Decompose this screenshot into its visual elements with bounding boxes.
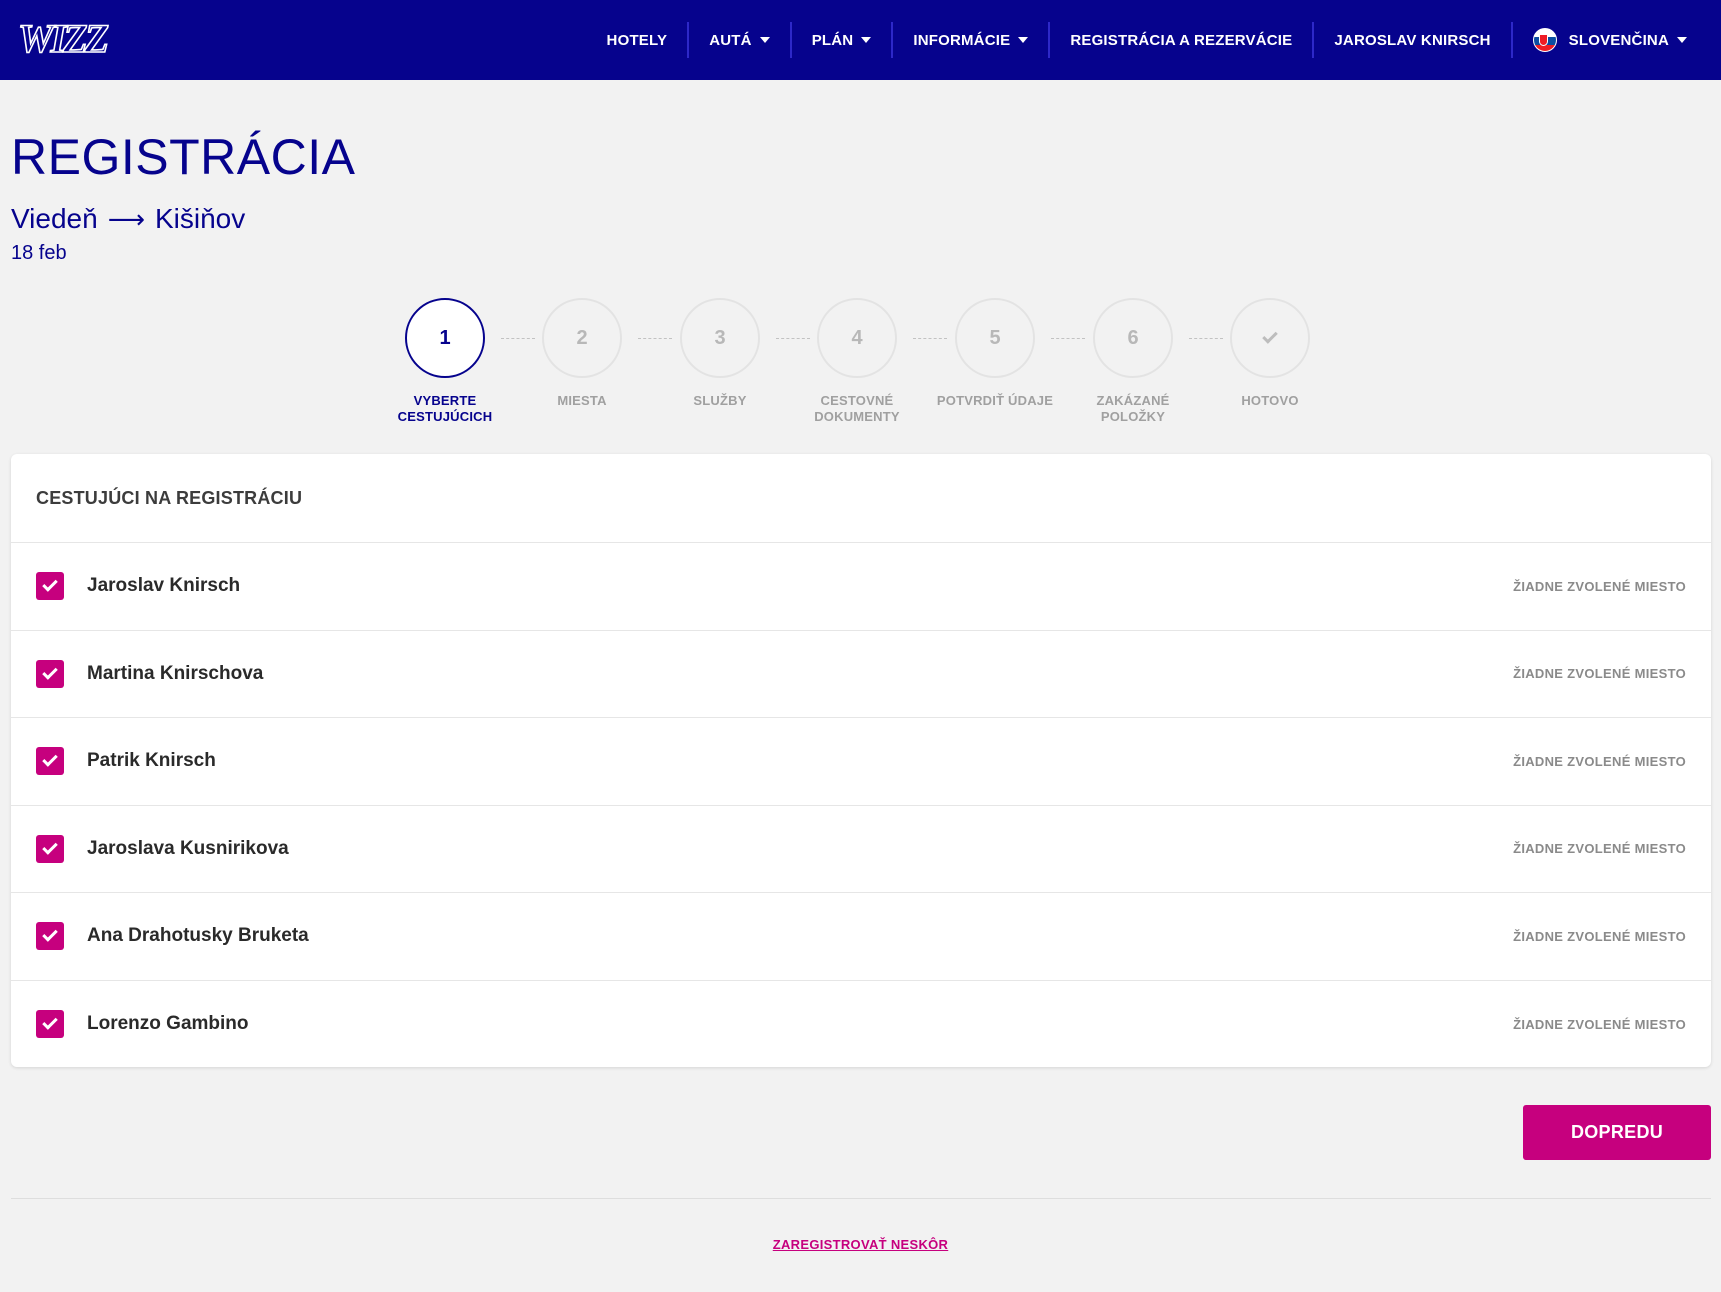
step-circle: 3 [680, 298, 760, 378]
flight-route: Viedeň ⟶ Kišiňov [11, 203, 245, 235]
checkin-later-container: ZAREGISTROVAŤ NESKÔR [0, 1236, 1721, 1254]
chevron-down-icon [861, 37, 872, 43]
route-destination: Kišiňov [154, 203, 246, 234]
passenger-name: Patrik Knirsch [87, 750, 216, 772]
nav-user-account[interactable]: JAROSLAV KNIRSCH [1314, 22, 1510, 58]
page-title: REGISTRÁCIA [11, 129, 356, 185]
step-label: HOTOVO [1241, 393, 1299, 408]
seat-status: ŽIADNE ZVOLENÉ MIESTO [1513, 666, 1686, 682]
check-icon [1262, 328, 1278, 344]
checkmark-icon [42, 576, 58, 593]
passenger-checkbox[interactable] [36, 572, 64, 601]
nav-hotels[interactable]: HOTELY [587, 22, 688, 58]
nav-checkin-bookings[interactable]: REGISTRÁCIA A REZERVÁCIE [1050, 22, 1312, 58]
checkmark-icon [42, 1014, 58, 1031]
next-button[interactable]: DOPREDU [1523, 1105, 1711, 1160]
nav-information[interactable]: INFORMÁCIE [893, 22, 1048, 58]
step-circle: 6 [1093, 298, 1173, 378]
passenger-checkbox[interactable] [36, 659, 64, 688]
checkmark-icon [42, 926, 58, 943]
passenger-name: Lorenzo Gambino [87, 1013, 249, 1035]
divider [11, 1198, 1711, 1199]
route-origin: Viedeň [11, 203, 98, 234]
step-label: SLUŽBY [693, 393, 747, 408]
seat-status: ŽIADNE ZVOLENÉ MIESTO [1513, 753, 1686, 769]
seat-status: ŽIADNE ZVOLENÉ MIESTO [1513, 578, 1686, 594]
route-arrow-icon: ⟶ [107, 203, 145, 234]
step-seats: 2 MIESTA [507, 298, 657, 409]
step-label: MIESTA [557, 393, 607, 408]
seat-status: ŽIADNE ZVOLENÉ MIESTO [1513, 1016, 1686, 1032]
seat-status: ŽIADNE ZVOLENÉ MIESTO [1513, 841, 1686, 857]
passenger-row: Martina Knirschova ŽIADNE ZVOLENÉ MIESTO [11, 631, 1711, 718]
step-label: VYBERTE CESTUJÚCICH [397, 393, 493, 424]
checkmark-icon [42, 751, 58, 768]
step-circle: 1 [405, 298, 485, 378]
passenger-checkbox[interactable] [36, 922, 64, 951]
chevron-down-icon [1018, 37, 1029, 43]
step-services: 3 SLUŽBY [645, 298, 795, 409]
passenger-name: Jaroslav Knirsch [87, 575, 241, 597]
step-travel-documents: 4 CESTOVNÉ DOKUMENTY [782, 298, 932, 425]
step-circle: 4 [817, 298, 897, 378]
checkin-later-link[interactable]: ZAREGISTROVAŤ NESKÔR [773, 1237, 949, 1252]
slovak-flag-icon [1532, 28, 1557, 52]
seat-status: ŽIADNE ZVOLENÉ MIESTO [1513, 928, 1686, 944]
step-circle [1230, 298, 1310, 378]
checkmark-icon [42, 838, 58, 855]
top-navigation-bar: WIZZ HOTELY AUTÁ PLÁN INFORMÁCIE REGISTR… [0, 0, 1721, 80]
passengers-card: CESTUJÚCI NA REGISTRÁCIU Jaroslav Knirsc… [11, 454, 1711, 1067]
passenger-name: Martina Knirschova [87, 662, 264, 684]
chevron-down-icon [759, 37, 770, 43]
step-confirm-details: 5 POTVRDIŤ ÚDAJE [920, 298, 1070, 409]
checkmark-icon [42, 663, 58, 680]
step-circle: 5 [955, 298, 1035, 378]
nav-language-selector[interactable]: SLOVENČINA [1513, 22, 1707, 58]
step-done: HOTOVO [1195, 298, 1345, 409]
chevron-down-icon [1677, 37, 1687, 43]
wizz-logo[interactable]: WIZZ [16, 14, 120, 64]
svg-text:WIZZ: WIZZ [18, 16, 109, 61]
passenger-row: Jaroslava Kusnirikova ŽIADNE ZVOLENÉ MIE… [11, 806, 1711, 893]
passenger-checkbox[interactable] [36, 834, 64, 863]
passenger-row: Lorenzo Gambino ŽIADNE ZVOLENÉ MIESTO [11, 981, 1711, 1069]
step-prohibited-items: 6 ZAKÁZANÉ POLOŽKY [1058, 298, 1208, 425]
passenger-row: Ana Drahotusky Bruketa ŽIADNE ZVOLENÉ MI… [11, 893, 1711, 981]
passengers-heading: CESTUJÚCI NA REGISTRÁCIU [11, 454, 1711, 543]
step-label: ZAKÁZANÉ POLOŽKY [1096, 393, 1170, 424]
flight-date: 18 feb [11, 242, 67, 264]
step-label: CESTOVNÉ DOKUMENTY [814, 393, 900, 424]
nav-plan[interactable]: PLÁN [792, 22, 892, 58]
passenger-row: Jaroslav Knirsch ŽIADNE ZVOLENÉ MIESTO [11, 543, 1711, 631]
step-select-passengers[interactable]: 1 VYBERTE CESTUJÚCICH [370, 298, 520, 425]
step-label: POTVRDIŤ ÚDAJE [936, 393, 1054, 408]
passenger-name: Ana Drahotusky Bruketa [87, 925, 309, 947]
passenger-row: Patrik Knirsch ŽIADNE ZVOLENÉ MIESTO [11, 718, 1711, 806]
passenger-checkbox[interactable] [36, 747, 64, 776]
step-circle: 2 [542, 298, 622, 378]
passenger-checkbox[interactable] [36, 1010, 64, 1039]
nav-cars[interactable]: AUTÁ [689, 22, 789, 58]
main-nav: HOTELY AUTÁ PLÁN INFORMÁCIE REGISTRÁCIA … [587, 0, 1707, 80]
passenger-name: Jaroslava Kusnirikova [87, 837, 289, 859]
